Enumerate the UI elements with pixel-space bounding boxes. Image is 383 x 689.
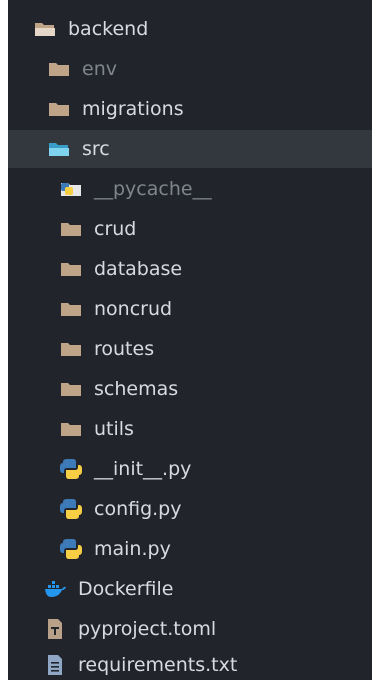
tree-item-crud[interactable]: crud	[8, 210, 372, 248]
folder-icon	[48, 98, 70, 120]
tree-item-label: config.py	[94, 498, 182, 520]
tree-item-label: routes	[94, 338, 155, 360]
tree-item-label: utils	[94, 418, 134, 440]
folder-open-icon	[48, 138, 70, 160]
tree-item-schemas[interactable]: schemas	[8, 370, 372, 408]
text-file-icon	[44, 654, 66, 676]
tree-item-label: database	[94, 258, 183, 280]
tree-item-label: __init__.py	[94, 458, 192, 480]
tree-item-label: migrations	[82, 98, 184, 120]
folder-icon	[48, 58, 70, 80]
folder-icon	[60, 298, 82, 320]
tree-item-env[interactable]: env	[8, 50, 372, 88]
tree-item-dockerfile[interactable]: Dockerfile	[8, 570, 372, 608]
folder-icon	[60, 378, 82, 400]
folder-icon	[60, 418, 82, 440]
toml-file-icon	[44, 618, 66, 640]
file-explorer: backend env migrations src __pycache__ c…	[8, 0, 372, 680]
docker-icon	[44, 578, 66, 600]
tree-item-noncrud[interactable]: noncrud	[8, 290, 372, 328]
folder-icon	[60, 258, 82, 280]
tree-item-label: Dockerfile	[78, 578, 174, 600]
tree-item-src[interactable]: src	[8, 130, 372, 168]
tree-item-label: env	[82, 58, 117, 80]
tree-item-label: backend	[68, 18, 149, 40]
tree-item-utils[interactable]: utils	[8, 410, 372, 448]
folder-open-icon	[34, 18, 56, 40]
folder-python-icon	[60, 178, 82, 200]
python-icon	[60, 458, 82, 480]
tree-item-label: pyproject.toml	[78, 618, 217, 640]
tree-item-label: noncrud	[94, 298, 173, 320]
tree-item-label: crud	[94, 218, 137, 240]
python-icon	[60, 538, 82, 560]
tree-item-routes[interactable]: routes	[8, 330, 372, 368]
tree-item-label: schemas	[94, 378, 179, 400]
tree-item-database[interactable]: database	[8, 250, 372, 288]
tree-item-pyproject-toml[interactable]: pyproject.toml	[8, 610, 372, 648]
folder-icon	[60, 338, 82, 360]
tree-item-migrations[interactable]: migrations	[8, 90, 372, 128]
tree-item-main-py[interactable]: main.py	[8, 530, 372, 568]
tree-item-label: src	[82, 138, 110, 160]
tree-item-init-py[interactable]: __init__.py	[8, 450, 372, 488]
folder-icon	[60, 218, 82, 240]
tree-item-requirements-txt[interactable]: requirements.txt	[8, 650, 372, 680]
tree-item-label: requirements.txt	[78, 654, 238, 676]
tree-item-label: main.py	[94, 538, 171, 560]
tree-item-pycache[interactable]: __pycache__	[8, 170, 372, 208]
tree-item-backend[interactable]: backend	[8, 10, 372, 48]
tree-item-label: __pycache__	[94, 178, 212, 200]
tree-item-config-py[interactable]: config.py	[8, 490, 372, 528]
python-icon	[60, 498, 82, 520]
